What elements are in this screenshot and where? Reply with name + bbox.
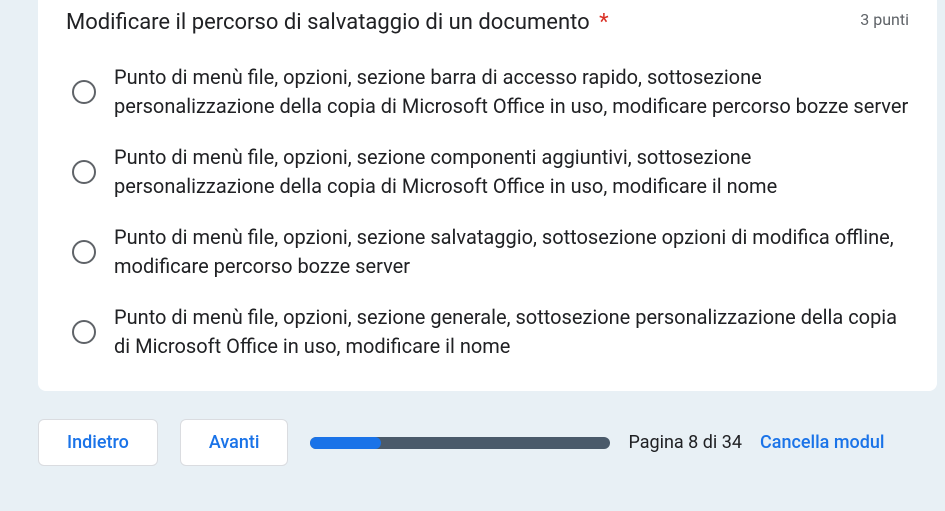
option-row[interactable]: Punto di menù file, opzioni, sezione com… [72, 143, 909, 201]
progress-fill [310, 437, 381, 449]
clear-form-link[interactable]: Cancella modul [760, 432, 885, 453]
option-label: Punto di menù file, opzioni, sezione com… [114, 143, 909, 201]
progress-bar [310, 437, 610, 449]
points-label: 3 punti [860, 10, 909, 29]
form-footer: Indietro Avanti Pagina 8 di 34 Cancella … [38, 419, 937, 466]
next-button[interactable]: Avanti [180, 419, 289, 466]
question-title-text: Modificare il percorso di salvataggio di… [66, 10, 590, 35]
required-asterisk: * [599, 10, 608, 35]
question-title: Modificare il percorso di salvataggio di… [66, 10, 840, 35]
option-label: Punto di menù file, opzioni, sezione sal… [114, 223, 909, 281]
option-label: Punto di menù file, opzioni, sezione gen… [114, 303, 909, 361]
option-label: Punto di menù file, opzioni, sezione bar… [114, 63, 909, 121]
radio-icon[interactable] [72, 240, 96, 264]
option-row[interactable]: Punto di menù file, opzioni, sezione gen… [72, 303, 909, 361]
page-info: Pagina 8 di 34 [628, 432, 742, 453]
radio-icon[interactable] [72, 80, 96, 104]
radio-icon[interactable] [72, 320, 96, 344]
progress-wrap: Pagina 8 di 34 Cancella modul [310, 432, 937, 453]
option-row[interactable]: Punto di menù file, opzioni, sezione sal… [72, 223, 909, 281]
back-button[interactable]: Indietro [38, 419, 158, 466]
question-card: Modificare il percorso di salvataggio di… [38, 0, 937, 391]
radio-icon[interactable] [72, 160, 96, 184]
option-row[interactable]: Punto di menù file, opzioni, sezione bar… [72, 63, 909, 121]
question-header: Modificare il percorso di salvataggio di… [66, 10, 909, 35]
options-group: Punto di menù file, opzioni, sezione bar… [72, 63, 909, 361]
